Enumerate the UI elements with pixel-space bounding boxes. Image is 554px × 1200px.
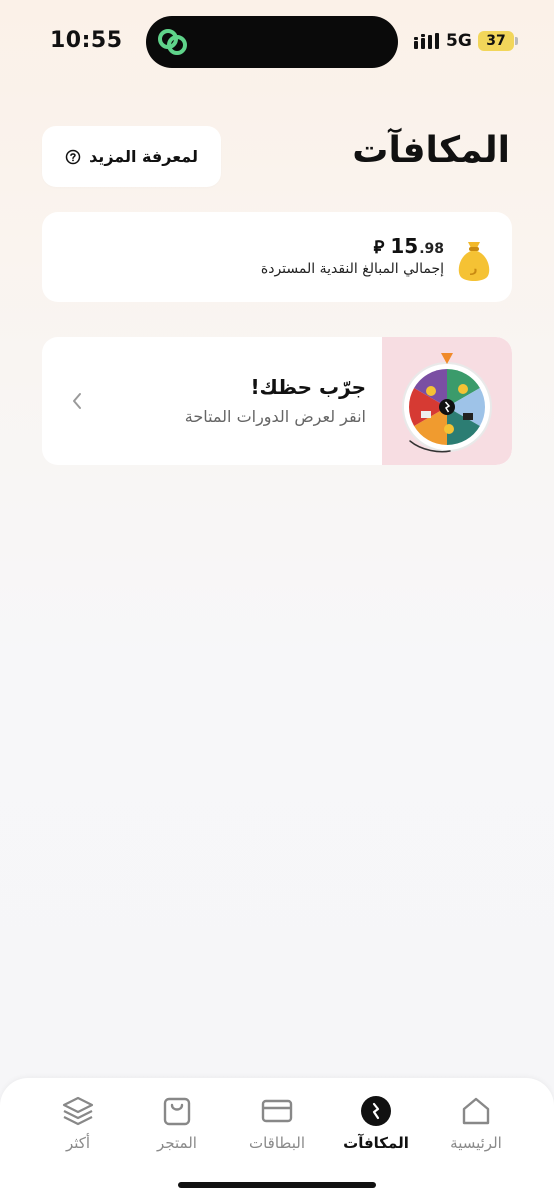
money-bag-icon: ر [458, 242, 490, 281]
spin-wheel-title: جرّب حظك! [250, 375, 366, 399]
spin-wheel-card[interactable]: جرّب حظك! انقر لعرض الدورات المتاحة [42, 337, 512, 465]
tab-cards[interactable]: البطاقات [227, 1094, 327, 1152]
shopping-bag-icon [163, 1097, 191, 1126]
riyal-symbol-icon: ⃁ [373, 237, 385, 258]
battery-indicator: 37 [478, 31, 514, 51]
tab-rewards-label: المكافآت [343, 1134, 409, 1152]
spin-wheel-text: جرّب حظك! انقر لعرض الدورات المتاحة [185, 375, 366, 426]
amount-decimal: .98 [419, 241, 444, 257]
tab-rewards[interactable]: المكافآت [326, 1094, 426, 1152]
tab-store[interactable]: المتجر [127, 1094, 227, 1152]
cashback-card[interactable]: ر ⃁ 15 .98 إجمالي المبالغ النقدية المستر… [42, 212, 512, 302]
spin-wheel-subtitle: انقر لعرض الدورات المتاحة [184, 407, 366, 426]
chevron-left-icon [73, 393, 81, 409]
linked-rings-icon [158, 29, 187, 55]
home-indicator [178, 1182, 376, 1188]
network-type: 5G [446, 31, 472, 51]
signal-strength-icon [414, 33, 439, 49]
amount-integer: 15 [390, 234, 419, 258]
tab-more[interactable]: أكثر [28, 1094, 128, 1152]
tab-store-label: المتجر [157, 1134, 197, 1152]
battery-cap [515, 37, 518, 45]
tab-cards-label: البطاقات [248, 1134, 305, 1152]
page-title: المكافآت [352, 130, 510, 171]
status-bar: 10:55 5G 37 [0, 0, 554, 82]
home-icon [462, 1097, 490, 1125]
cashback-text: ⃁ 15 .98 إجمالي المبالغ النقدية المستردة [261, 234, 444, 277]
tab-home-label: الرئيسية [450, 1134, 502, 1152]
status-time: 10:55 [50, 28, 123, 53]
svg-text:ر: ر [470, 261, 478, 275]
cashback-label: إجمالي المبالغ النقدية المستردة [260, 261, 444, 277]
layers-icon [62, 1096, 94, 1126]
cashback-amount: ⃁ 15 .98 [261, 234, 444, 258]
rewards-icon [361, 1096, 391, 1126]
learn-more-label: لمعرفة المزيد [89, 147, 198, 166]
help-icon [65, 149, 81, 164]
tab-more-label: أكثر [65, 1134, 91, 1152]
card-icon [261, 1099, 293, 1123]
learn-more-button[interactable]: لمعرفة المزيد [42, 126, 221, 187]
tab-home[interactable]: الرئيسية [426, 1094, 526, 1152]
prize-wheel-icon [402, 353, 492, 453]
